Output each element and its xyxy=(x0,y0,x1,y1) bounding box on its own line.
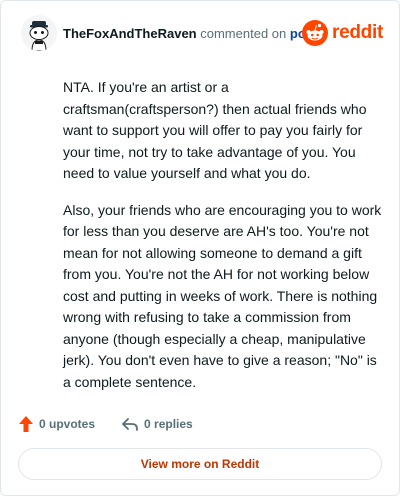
comment-actions: 0 upvotes 0 replies xyxy=(18,414,193,434)
reply-arrow-icon xyxy=(122,418,138,431)
comment-paragraph: NTA. If you're an artist or a craftsman(… xyxy=(63,79,367,181)
replies-button[interactable]: 0 replies xyxy=(121,416,193,432)
reddit-wordmark: reddit xyxy=(332,22,383,43)
reddit-snoo-icon xyxy=(302,20,329,46)
comment-body: NTA. If you're an artist or a craftsman(… xyxy=(63,77,383,408)
username-link[interactable]: TheFoxAndTheRaven xyxy=(63,26,197,41)
reddit-logo[interactable]: reddit xyxy=(302,19,383,47)
avatar[interactable] xyxy=(21,15,57,51)
comment-paragraph: Also, your friends who are encouraging y… xyxy=(63,201,382,390)
comment-header: TheFoxAndTheRaven commented on post redd… xyxy=(21,15,383,53)
replies-count: 0 replies xyxy=(144,417,193,431)
commented-on-text: commented on xyxy=(200,26,287,41)
comment-meta: TheFoxAndTheRaven commented on post xyxy=(63,26,317,41)
view-more-button[interactable]: View more on Reddit xyxy=(18,448,382,480)
upvote-button[interactable]: 0 upvotes xyxy=(18,415,95,433)
upvotes-count: 0 upvotes xyxy=(39,417,96,431)
snoo-avatar-icon xyxy=(21,15,57,51)
upvote-arrow-icon xyxy=(19,416,33,432)
comment-embed-card: TheFoxAndTheRaven commented on post redd… xyxy=(0,0,400,496)
